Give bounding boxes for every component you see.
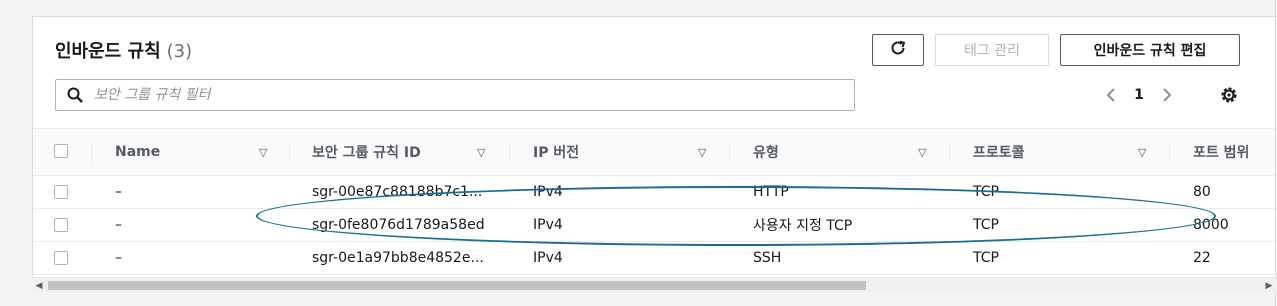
- column-header-label: 포트 범위: [1193, 145, 1250, 161]
- cell-rule-id[interactable]: sgr-0e1a97bb8e4852e...: [312, 242, 484, 274]
- search-box: [55, 79, 855, 111]
- column-divider: [1169, 143, 1170, 163]
- cell-port-range: 80: [1193, 184, 1211, 200]
- scroll-right-icon[interactable]: ▶: [1262, 279, 1276, 292]
- chevron-right-icon[interactable]: [1155, 83, 1179, 107]
- column-header-ip-version[interactable]: IP 버전 ▽: [533, 129, 713, 175]
- table-row[interactable]: – sgr-00e87c88188b7c1... IPv4 HTTP TCP 8…: [33, 176, 1275, 209]
- row-checkbox[interactable]: [54, 218, 68, 232]
- sort-icon: ▽: [698, 145, 707, 159]
- cell-name: –: [115, 184, 122, 200]
- cell-rule-id[interactable]: sgr-00e87c88188b7c1...: [312, 176, 482, 208]
- select-all-checkbox[interactable]: [54, 144, 68, 158]
- cell-name: –: [115, 217, 122, 233]
- search-icon: [66, 85, 86, 105]
- column-divider: [509, 143, 510, 163]
- chevron-left-icon[interactable]: [1099, 83, 1123, 107]
- row-checkbox[interactable]: [54, 185, 68, 199]
- column-divider: [729, 143, 730, 163]
- table-row[interactable]: – sgr-0fe8076d1789a58ed IPv4 사용자 지정 TCP …: [33, 209, 1275, 242]
- edit-inbound-rules-button[interactable]: 인바운드 규칙 편집: [1060, 34, 1240, 66]
- cell-type: HTTP: [753, 184, 789, 200]
- cell-protocol: TCP: [973, 250, 999, 266]
- column-header-label: IP 버전: [533, 145, 580, 161]
- table-row[interactable]: – sgr-0e1a97bb8e4852e... IPv4 SSH TCP 22: [33, 242, 1275, 275]
- sort-icon: ▽: [259, 145, 268, 159]
- rule-count: (3): [166, 41, 193, 62]
- inbound-rules-panel: 인바운드 규칙(3) 태그 관리 인바운드 규칙 편집 1: [32, 16, 1276, 292]
- column-header-rule-id[interactable]: 보안 그룹 규칙 ID ▽: [312, 129, 492, 175]
- cell-rule-id[interactable]: sgr-0fe8076d1789a58ed: [312, 209, 485, 241]
- scrollbar-thumb[interactable]: [48, 281, 866, 290]
- refresh-button[interactable]: [872, 34, 924, 66]
- refresh-icon: [888, 38, 908, 62]
- panel-title-text: 인바운드 규칙: [55, 41, 161, 62]
- sort-icon: ▽: [1138, 145, 1147, 159]
- column-divider: [949, 143, 950, 163]
- column-divider: [289, 143, 290, 163]
- scroll-left-icon[interactable]: ◀: [32, 279, 46, 292]
- horizontal-scrollbar[interactable]: ◀ ▶: [32, 277, 1276, 292]
- sort-icon: ▽: [918, 145, 927, 159]
- manage-tags-button[interactable]: 태그 관리: [935, 34, 1049, 66]
- cell-ip-version: IPv4: [533, 250, 563, 266]
- cell-type: 사용자 지정 TCP: [753, 218, 853, 234]
- cell-protocol: TCP: [973, 217, 999, 233]
- pagination: 1: [1099, 83, 1179, 107]
- cell-port-range: 8000: [1193, 217, 1229, 233]
- column-header-label: 프로토콜: [973, 145, 1025, 161]
- column-header-type[interactable]: 유형 ▽: [753, 129, 933, 175]
- column-header-label: 보안 그룹 규칙 ID: [312, 145, 421, 161]
- cell-port-range: 22: [1193, 250, 1211, 266]
- cell-protocol: TCP: [973, 184, 999, 200]
- cell-name: –: [115, 250, 122, 266]
- cell-ip-version: IPv4: [533, 184, 563, 200]
- gear-icon[interactable]: [1217, 83, 1241, 107]
- search-input[interactable]: [92, 86, 796, 104]
- column-header-label: Name: [115, 144, 161, 160]
- row-checkbox[interactable]: [54, 251, 68, 265]
- column-header-name[interactable]: Name ▽: [115, 129, 275, 175]
- panel-title: 인바운드 규칙 (3): [55, 37, 192, 63]
- column-divider: [91, 143, 92, 163]
- rules-table: Name ▽ 보안 그룹 규칙 ID ▽ IP 버전 ▽ 유형 ▽ 프로토콜 ▽: [33, 128, 1275, 275]
- page-number[interactable]: 1: [1123, 87, 1155, 103]
- column-header-label: 유형: [753, 145, 779, 161]
- sort-icon: ▽: [477, 145, 486, 159]
- column-header-protocol[interactable]: 프로토콜 ▽: [973, 129, 1153, 175]
- column-header-port-range[interactable]: 포트 범위: [1193, 129, 1275, 175]
- table-header: Name ▽ 보안 그룹 규칙 ID ▽ IP 버전 ▽ 유형 ▽ 프로토콜 ▽: [33, 128, 1275, 176]
- cell-type: SSH: [753, 250, 782, 266]
- cell-ip-version: IPv4: [533, 217, 563, 233]
